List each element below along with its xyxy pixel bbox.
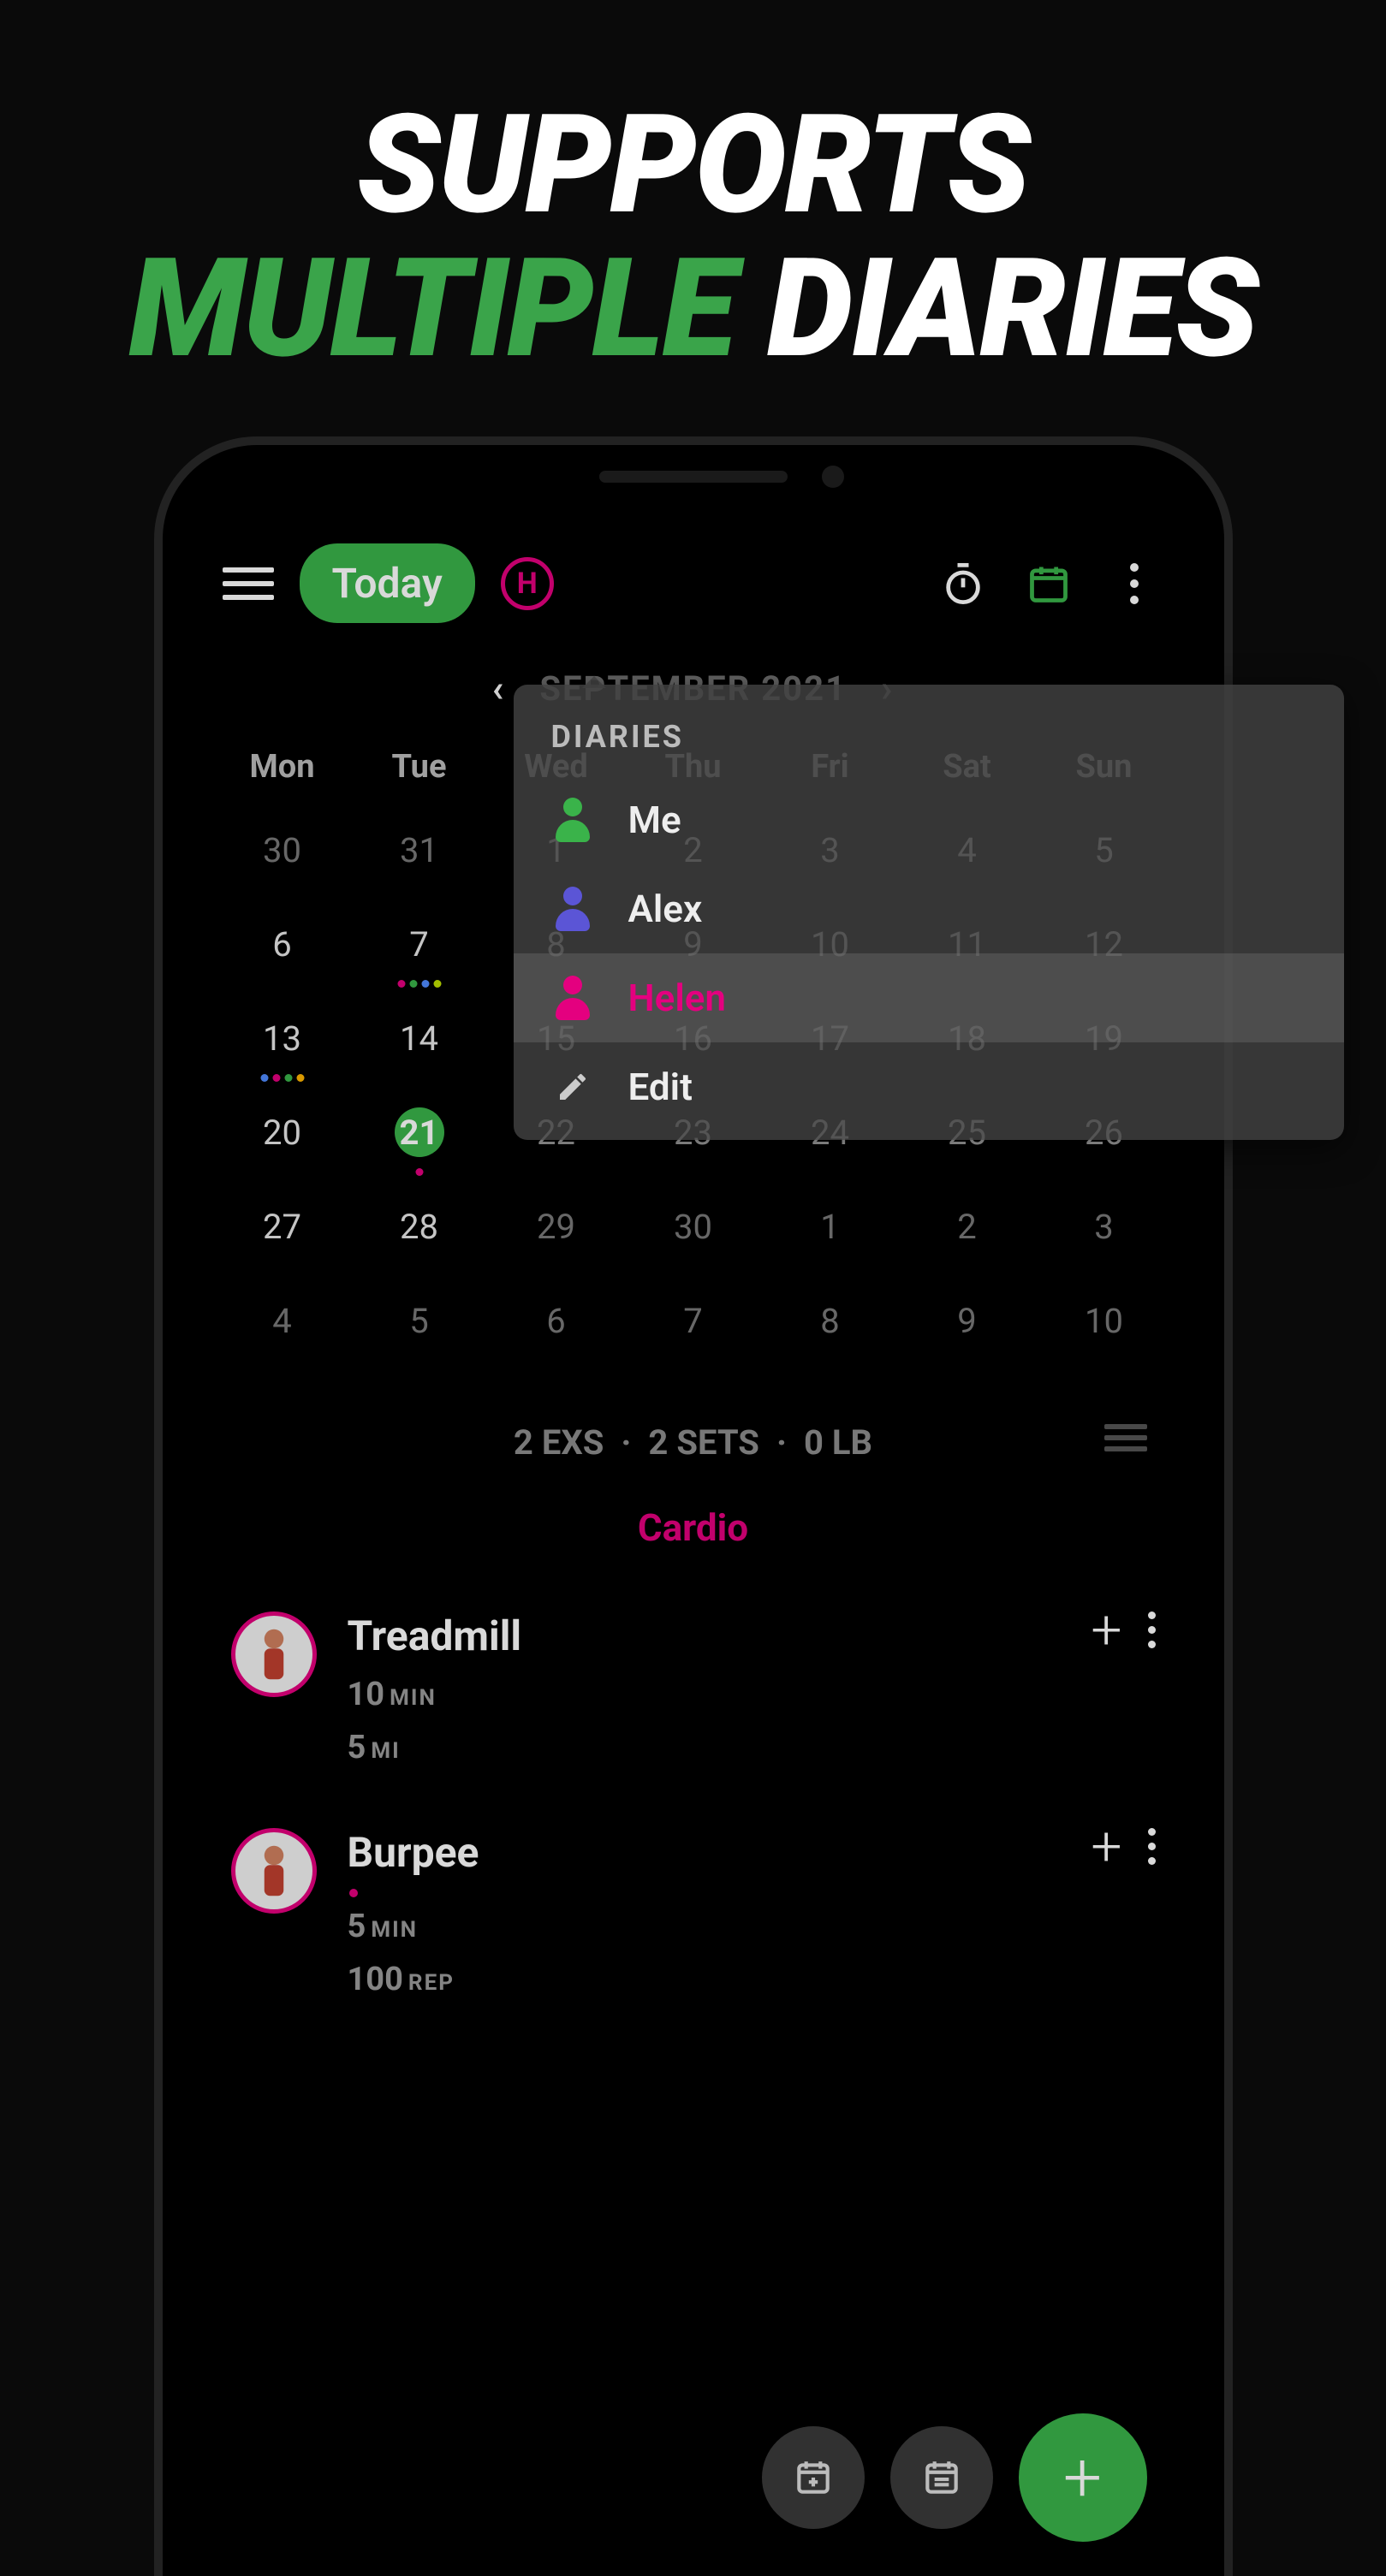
calendar-day[interactable]: 21	[351, 1089, 488, 1183]
workout-summary: 2 EXS · 2 SETS · 0 LB	[188, 1371, 1199, 1480]
calendar-day[interactable]: 27	[214, 1183, 351, 1277]
app-screen: Today H ‹ SEPTEMBER 2021 ›	[188, 509, 1199, 2576]
calendar-day[interactable]: 30	[625, 1183, 762, 1277]
calendar-day[interactable]: 6	[214, 900, 351, 994]
calendar-day[interactable]: 5	[351, 1277, 488, 1371]
calendar-day[interactable]: 28	[351, 1183, 488, 1277]
diary-item-label: Edit	[628, 1065, 693, 1109]
diary-item-label: Me	[628, 798, 681, 842]
exercise-metric-2: 100REP	[348, 1961, 1061, 1998]
weekday-label: Tue	[351, 727, 488, 806]
exercise-row[interactable]: Treadmill 10MIN 5MI +	[188, 1593, 1199, 1809]
exercise-metric-1: 10MIN	[348, 1676, 1061, 1713]
app-bar: Today H	[188, 509, 1199, 640]
fab-calendar-list[interactable]	[890, 2426, 993, 2529]
marketing-headline: SUPPORTS MULTIPLE DIARIES	[0, 0, 1386, 382]
calendar-day[interactable]: 29	[488, 1183, 625, 1277]
summary-weight: 0 LB	[804, 1422, 872, 1463]
popup-title: DIARIES	[514, 710, 1344, 775]
pencil-icon	[551, 1070, 594, 1104]
fab-row: +	[762, 2413, 1147, 2542]
summary-sets: 2 SETS	[648, 1422, 759, 1463]
exercise-metric-2: 5MI	[348, 1729, 1061, 1766]
today-button[interactable]: Today	[300, 543, 475, 623]
calendar-day[interactable]: 14	[351, 994, 488, 1089]
phone-camera	[822, 466, 844, 488]
calendar-day[interactable]: 3	[1036, 1183, 1173, 1277]
calendar-day[interactable]: 10	[1036, 1277, 1173, 1371]
calendar-day[interactable]: 30	[214, 806, 351, 900]
calendar-day[interactable]: 8	[762, 1277, 899, 1371]
calendar-day[interactable]: 4	[214, 1277, 351, 1371]
headline-accent: MULTIPLE	[128, 229, 735, 389]
category-label: Cardio	[188, 1480, 1199, 1593]
exercise-avatar	[231, 1611, 317, 1697]
diary-item-label: Alex	[628, 887, 703, 931]
phone-frame: Today H ‹ SEPTEMBER 2021 ›	[154, 436, 1233, 2576]
person-icon	[556, 976, 590, 1020]
headline-rest: DIARIES	[735, 229, 1258, 389]
summary-exs: 2 EXS	[514, 1422, 604, 1463]
calendar-icon[interactable]	[1019, 554, 1079, 614]
calendar-day[interactable]: 6	[488, 1277, 625, 1371]
person-icon	[556, 798, 590, 842]
timer-icon[interactable]	[933, 554, 993, 614]
calendar-day[interactable]: 31	[351, 806, 488, 900]
diary-edit-item[interactable]: Edit	[514, 1042, 1344, 1131]
plus-icon: +	[1063, 2437, 1102, 2518]
diary-item[interactable]: Me	[514, 775, 1344, 864]
diary-item[interactable]: Alex	[514, 864, 1344, 953]
indicator-dot	[349, 1889, 358, 1897]
reorder-icon[interactable]	[1104, 1418, 1147, 1457]
overflow-menu-icon[interactable]	[1104, 554, 1164, 614]
exercise-row[interactable]: Burpee 5MIN 100REP +	[188, 1809, 1199, 2041]
calendar-day[interactable]: 2	[899, 1183, 1036, 1277]
calendar-day[interactable]: 7	[351, 900, 488, 994]
exercise-overflow-icon[interactable]	[1148, 1828, 1156, 1865]
exercise-avatar	[231, 1828, 317, 1914]
calendar-day[interactable]: 1	[762, 1183, 899, 1277]
diary-item[interactable]: Helen	[514, 953, 1344, 1042]
calendar-day[interactable]: 9	[899, 1277, 1036, 1371]
headline-line1: SUPPORTS	[0, 94, 1386, 238]
calendar-day[interactable]: 20	[214, 1089, 351, 1183]
exercise-metric-1: 5MIN	[348, 1908, 1061, 1945]
diary-badge[interactable]: H	[501, 557, 554, 610]
phone-notch	[599, 471, 788, 483]
menu-icon[interactable]	[223, 558, 274, 609]
diary-item-label: Helen	[628, 976, 727, 1020]
add-set-button[interactable]: +	[1091, 1617, 1121, 1644]
add-set-button[interactable]: +	[1091, 1833, 1121, 1861]
prev-month-button[interactable]: ‹	[492, 666, 506, 710]
calendar-day[interactable]: 13	[214, 994, 351, 1089]
exercise-title: Treadmill	[348, 1611, 1061, 1660]
fab-calendar-add[interactable]	[762, 2426, 865, 2529]
exercise-overflow-icon[interactable]	[1148, 1611, 1156, 1648]
fab-add[interactable]: +	[1019, 2413, 1147, 2542]
weekday-label: Mon	[214, 727, 351, 806]
person-icon	[556, 887, 590, 931]
exercise-title: Burpee	[348, 1828, 1061, 1877]
calendar-day[interactable]: 7	[625, 1277, 762, 1371]
diaries-popup: DIARIES Me Alex Helen Edit	[514, 685, 1344, 1140]
